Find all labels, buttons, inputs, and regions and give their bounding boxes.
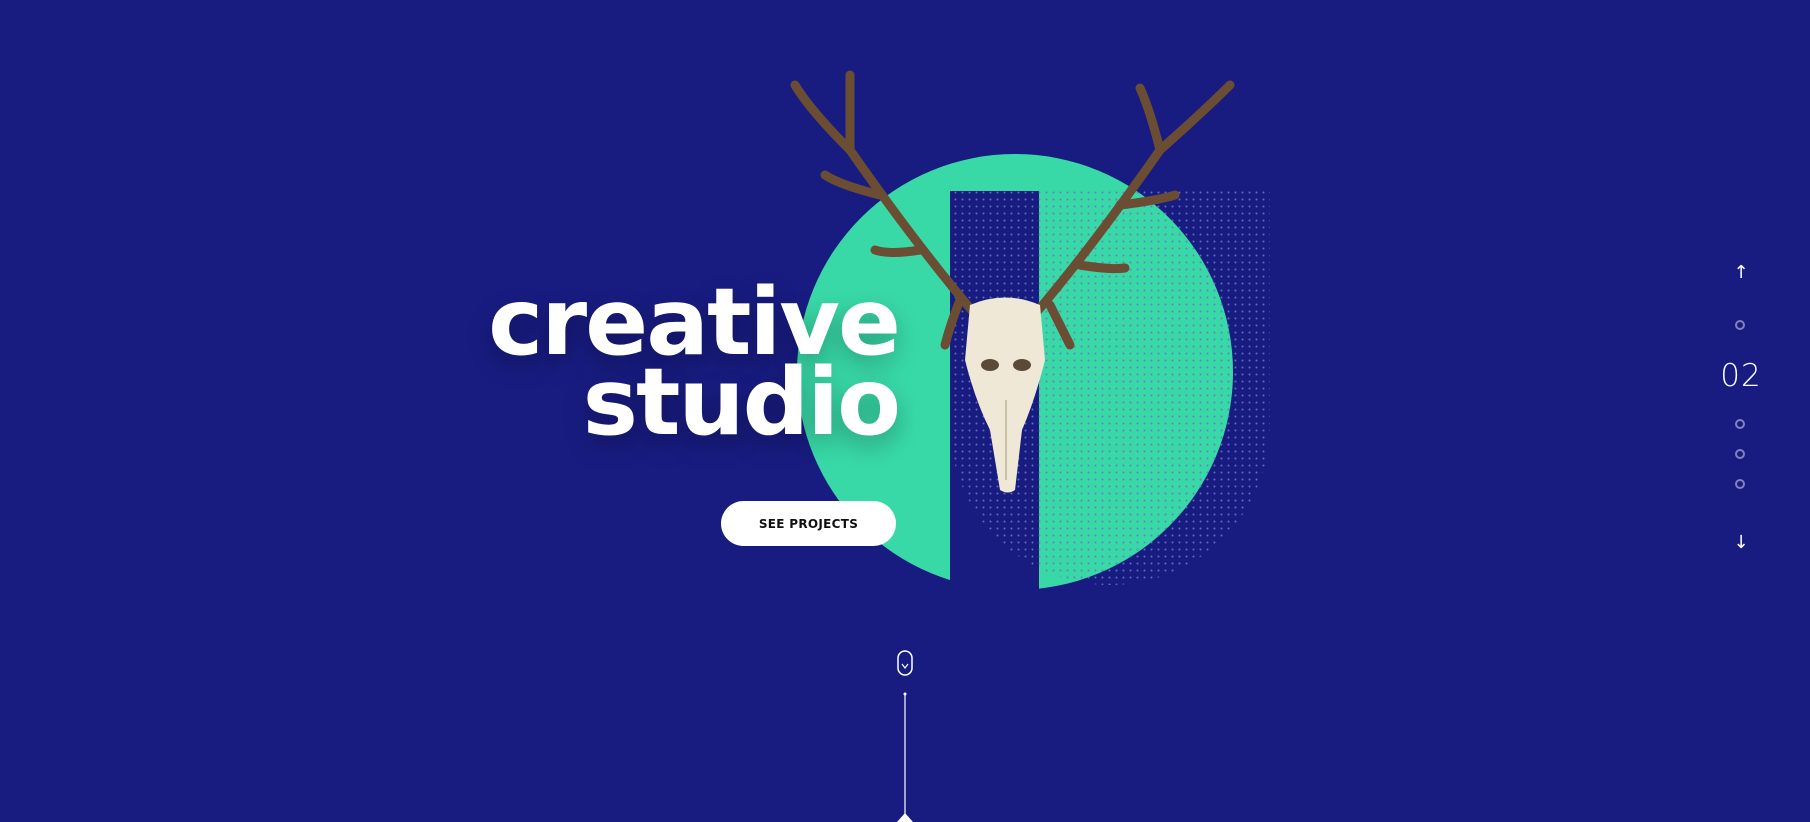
slide-dot-5[interactable] (1735, 479, 1745, 489)
hero-headline: creative studio (488, 276, 901, 449)
arrow-up-icon[interactable]: ↑ (1731, 263, 1751, 283)
hero-artwork (790, 70, 1270, 822)
slide-dot-1[interactable] (1735, 320, 1745, 330)
arrow-down-icon[interactable]: ↓ (1731, 533, 1751, 553)
slider-navigation: ↑ 02 ↓ (1716, 260, 1766, 560)
see-projects-button[interactable]: SEE PROJECTS (721, 501, 896, 546)
scroll-indicator[interactable] (897, 650, 913, 822)
slide-dot-3[interactable] (1735, 419, 1745, 429)
slide-dot-4[interactable] (1735, 449, 1745, 459)
mouse-scroll-icon[interactable] (897, 650, 913, 676)
current-slide-number: 02 (1720, 358, 1762, 394)
